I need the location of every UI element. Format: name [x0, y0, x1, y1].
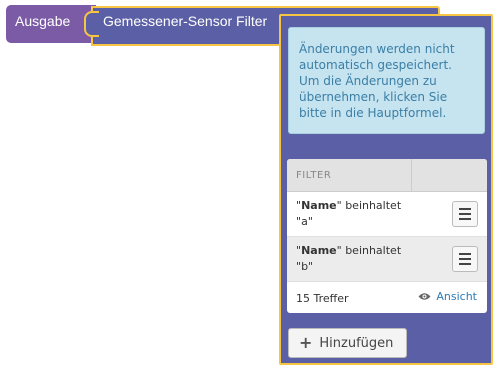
filter-row-text: "Name" beinhaltet "a"	[296, 199, 402, 228]
filter-block-label: Gemessener-Sensor Filter	[103, 13, 268, 29]
filter-operator: beinhaltet	[345, 199, 402, 212]
block-connector	[84, 11, 99, 37]
row-menu-button[interactable]	[452, 246, 478, 272]
eye-icon	[418, 292, 431, 301]
filter-column-header: FILTER	[296, 169, 332, 181]
view-link-label: Ansicht	[436, 290, 477, 303]
plus-icon: +	[299, 333, 313, 352]
filter-table: FILTER "Name" beinhaltet "a" "Name" beinh…	[287, 159, 487, 313]
column-divider	[411, 159, 412, 191]
filter-row-text: "Name" beinhaltet "b"	[296, 244, 402, 273]
unsaved-changes-notice: Änderungen werden nicht automatisch gesp…	[288, 27, 485, 134]
menu-icon	[459, 253, 471, 255]
filter-field: Name	[301, 244, 337, 257]
add-filter-button[interactable]: + Hinzufügen	[288, 328, 407, 358]
filter-row: "Name" beinhaltet "a"	[287, 192, 487, 237]
result-count: 15 Treffer	[296, 291, 349, 305]
filter-row: "Name" beinhaltet "b"	[287, 237, 487, 282]
filter-table-header: FILTER	[287, 159, 487, 192]
filter-field: Name	[301, 199, 337, 212]
filter-operator: beinhaltet	[345, 244, 402, 257]
filter-panel: Änderungen werden nicht automatisch gesp…	[279, 14, 493, 365]
menu-icon	[459, 208, 471, 210]
row-menu-button[interactable]	[452, 201, 478, 227]
view-link[interactable]: Ansicht	[418, 290, 477, 303]
table-footer: 15 Treffer Ansicht	[287, 282, 487, 313]
output-block-label: Ausgabe	[15, 13, 71, 29]
filter-value: a	[301, 215, 308, 228]
filter-value: b	[301, 260, 309, 273]
add-filter-label: Hinzufügen	[319, 335, 394, 351]
